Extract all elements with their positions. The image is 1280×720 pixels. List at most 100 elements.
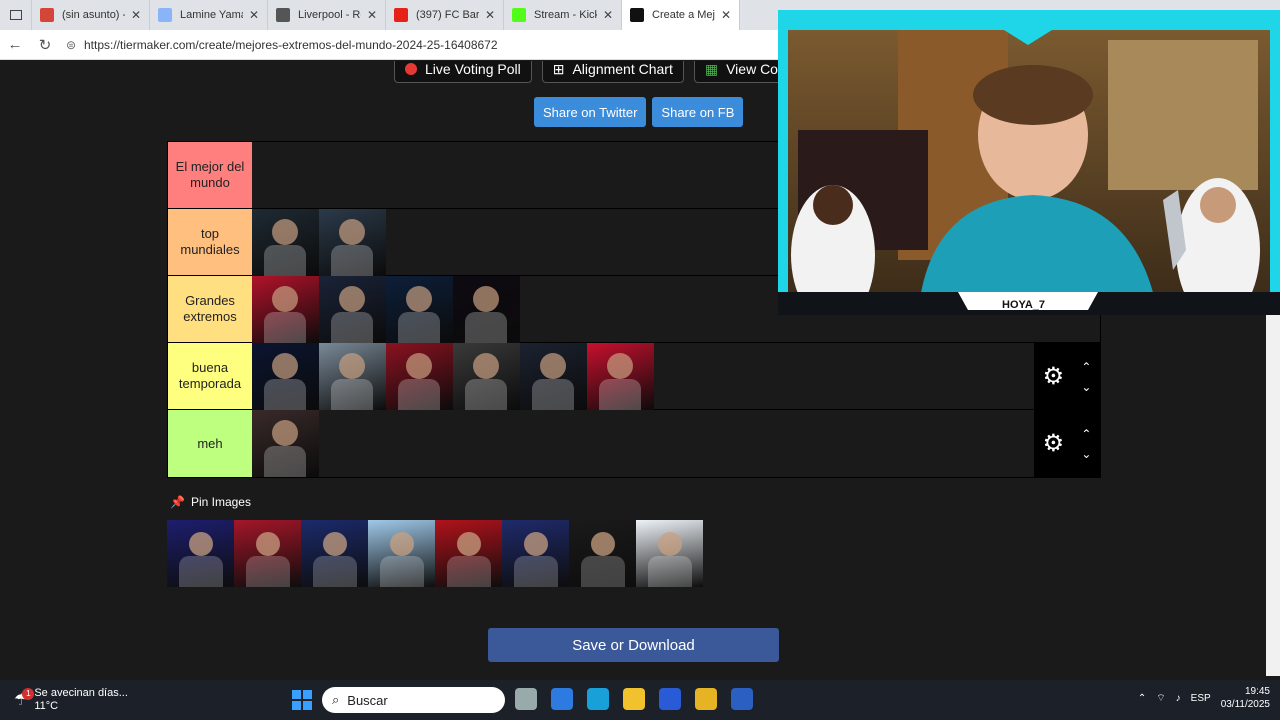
browser-tab[interactable]: Create a Mejore ✕ — [622, 0, 740, 30]
move-up-icon[interactable]: ⌃ — [1081, 424, 1091, 444]
player-image[interactable] — [453, 343, 520, 410]
player-body — [331, 312, 373, 343]
player-image[interactable] — [319, 343, 386, 410]
taskbar-search[interactable]: ⌕ Buscar — [322, 687, 505, 713]
player-image[interactable] — [319, 276, 386, 343]
taskbar-apps — [515, 688, 753, 710]
search-placeholder: Buscar — [347, 692, 388, 708]
share-twitter-button[interactable]: Share on Twitter — [534, 97, 647, 127]
player-image[interactable] — [587, 343, 654, 410]
alignment-chart-button[interactable]: ⊞ Alignment Chart — [541, 61, 684, 83]
gear-icon[interactable]: ⚙ — [1043, 429, 1065, 458]
site-settings-icon[interactable]: ⊜ — [66, 38, 84, 52]
player-image[interactable] — [386, 343, 453, 410]
player-silhouette — [323, 532, 347, 556]
share-buttons: Share on Twitter Share on FB — [534, 97, 744, 127]
chevron-up-icon[interactable]: ⌃ — [1138, 693, 1146, 704]
store-icon[interactable] — [551, 688, 573, 710]
tier-label[interactable]: meh — [168, 410, 252, 477]
share-fb-button[interactable]: Share on FB — [652, 97, 744, 127]
player-silhouette — [272, 286, 298, 312]
tier-controls: ⚙ ⌃ ⌄ — [1034, 410, 1100, 477]
view-co-button[interactable]: ▦ View Co — [693, 61, 789, 83]
close-icon[interactable]: ✕ — [367, 8, 377, 22]
browser-tab[interactable]: Liverpool - Rea ✕ — [268, 0, 386, 30]
windows-logo-q3 — [292, 701, 301, 710]
tier-label[interactable]: El mejor del mundo — [168, 142, 252, 208]
move-down-icon[interactable]: ⌄ — [1081, 377, 1091, 397]
move-down-icon[interactable]: ⌄ — [1081, 444, 1091, 464]
pin-images-header: 📌 Pin Images — [170, 495, 251, 509]
tab-title: Lamine Yamal y — [180, 9, 243, 21]
player-image[interactable] — [252, 343, 319, 410]
wifi-icon[interactable]: ⌔ — [1156, 692, 1165, 705]
reload-icon[interactable]: ↻ — [30, 36, 60, 54]
player-image[interactable] — [520, 343, 587, 410]
player-silhouette — [524, 532, 548, 556]
favicon-icon — [394, 8, 408, 22]
chrome-icon[interactable] — [695, 688, 717, 710]
browser-tab[interactable]: (397) FC Barcelo ✕ — [386, 0, 504, 30]
player-body — [447, 556, 491, 587]
player-image[interactable] — [252, 276, 319, 343]
player-silhouette — [272, 420, 298, 446]
player-image[interactable] — [386, 276, 453, 343]
pin-image[interactable] — [167, 520, 234, 587]
alignment-label: Alignment Chart — [572, 61, 673, 77]
favicon-icon — [630, 8, 644, 22]
tier-items[interactable] — [252, 410, 1100, 477]
move-up-icon[interactable]: ⌃ — [1081, 357, 1091, 377]
tier-label[interactable]: Grandes extremos — [168, 276, 252, 342]
files-icon[interactable] — [515, 688, 537, 710]
word-icon[interactable] — [731, 688, 753, 710]
folder-icon[interactable] — [623, 688, 645, 710]
pin-image[interactable] — [502, 520, 569, 587]
favicon-icon — [158, 8, 172, 22]
close-icon[interactable]: ✕ — [485, 8, 495, 22]
volume-icon[interactable]: ♪ — [1176, 693, 1181, 704]
browser-tab[interactable]: (sin asunto) - fe ✕ — [32, 0, 150, 30]
close-icon[interactable]: ✕ — [603, 8, 613, 22]
edge-icon[interactable] — [587, 688, 609, 710]
player-image[interactable] — [252, 410, 319, 477]
player-image[interactable] — [319, 209, 386, 276]
player-silhouette — [540, 353, 566, 379]
tier-label[interactable]: buena temporada — [168, 343, 252, 409]
player-body — [599, 379, 641, 410]
hp-icon[interactable] — [659, 688, 681, 710]
pin-image[interactable] — [636, 520, 703, 587]
pin-image[interactable] — [301, 520, 368, 587]
weather-widget[interactable]: ☂ 1 Se avecinan días... 11°C — [14, 687, 128, 713]
close-icon[interactable]: ✕ — [131, 8, 141, 22]
tab-list-button[interactable] — [0, 0, 32, 30]
tier-items[interactable] — [252, 343, 1100, 410]
clock[interactable]: 19:45 03/11/2025 — [1221, 685, 1270, 711]
pin-image[interactable] — [368, 520, 435, 587]
back-icon[interactable]: ← — [0, 36, 30, 53]
save-download-button[interactable]: Save or Download — [488, 628, 779, 662]
tier-label[interactable]: top mundiales — [168, 209, 252, 275]
player-image[interactable] — [453, 276, 520, 343]
player-body — [532, 379, 574, 410]
player-silhouette — [473, 353, 499, 379]
live-voting-label: Live Voting Poll — [425, 61, 521, 77]
pin-image[interactable] — [234, 520, 301, 587]
player-silhouette — [272, 219, 298, 245]
favicon-icon — [512, 8, 526, 22]
player-silhouette — [390, 532, 414, 556]
view-co-label: View Co — [726, 61, 778, 77]
gear-icon[interactable]: ⚙ — [1043, 362, 1065, 391]
player-body — [648, 556, 692, 587]
pin-image[interactable] — [435, 520, 502, 587]
webcam-overlay: HOYA_7 — [778, 10, 1280, 315]
pin-icon: 📌 — [170, 495, 185, 509]
close-icon[interactable]: ✕ — [249, 8, 259, 22]
lang-indicator[interactable]: ESP — [1191, 693, 1211, 704]
browser-tab[interactable]: Lamine Yamal y ✕ — [150, 0, 268, 30]
close-icon[interactable]: ✕ — [721, 8, 731, 22]
start-button[interactable] — [292, 690, 312, 710]
browser-tab[interactable]: Stream - Kick D ✕ — [504, 0, 622, 30]
live-voting-button[interactable]: Live Voting Poll — [394, 61, 532, 83]
pin-image[interactable] — [569, 520, 636, 587]
player-image[interactable] — [252, 209, 319, 276]
